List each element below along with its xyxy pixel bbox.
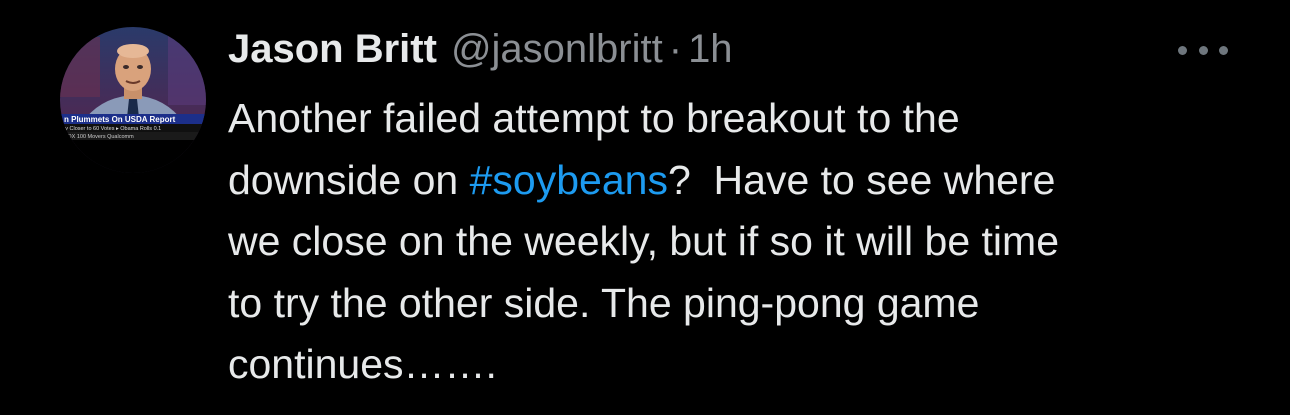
tweet-text-segment: downside on xyxy=(228,156,470,203)
more-dot xyxy=(1178,45,1187,55)
hashtag-link[interactable]: #soybeans xyxy=(470,157,668,203)
tweet[interactable]: n Plummets On USDA Report ly Closer to 6… xyxy=(0,0,1290,415)
header-separator: · xyxy=(668,26,683,71)
tweet-text-line: to try the other side. The ping-pong gam… xyxy=(228,279,980,326)
tweet-timestamp[interactable]: 1h xyxy=(688,27,733,72)
more-dot xyxy=(1198,45,1208,55)
tweet-text: Another failed attempt to breakout to th… xyxy=(228,88,1238,396)
tweet-text-line: we close on the weekly, but if so it wil… xyxy=(228,218,1059,264)
avatar-ticker-line1: ly Closer to 60 Votes ▸ Obama Rolls 0.1 xyxy=(64,126,161,132)
avatar[interactable]: n Plummets On USDA Report ly Closer to 6… xyxy=(60,27,206,173)
tweet-text-segment: ? Have to see where xyxy=(667,156,1056,203)
tweet-text-line: downside on #soybeans? Have to see where xyxy=(228,150,1238,212)
tweet-text-line: continues……. xyxy=(228,341,497,387)
author-handle[interactable]: @jasonlbritt xyxy=(451,27,663,72)
avatar-ticker-banner: n Plummets On USDA Report xyxy=(64,115,176,124)
avatar-ticker-line2: SDX 100 Movers Qualcomm xyxy=(64,134,134,140)
author-name[interactable]: Jason Britt xyxy=(228,27,437,72)
avatar-image: n Plummets On USDA Report ly Closer to 6… xyxy=(60,27,206,173)
more-horizontal-icon[interactable] xyxy=(1178,38,1228,62)
tweet-text-line: Another failed attempt to breakout to th… xyxy=(228,95,960,141)
tweet-header: Jason Britt @jasonlbritt · 1h xyxy=(228,24,733,74)
more-dot xyxy=(1219,45,1228,55)
